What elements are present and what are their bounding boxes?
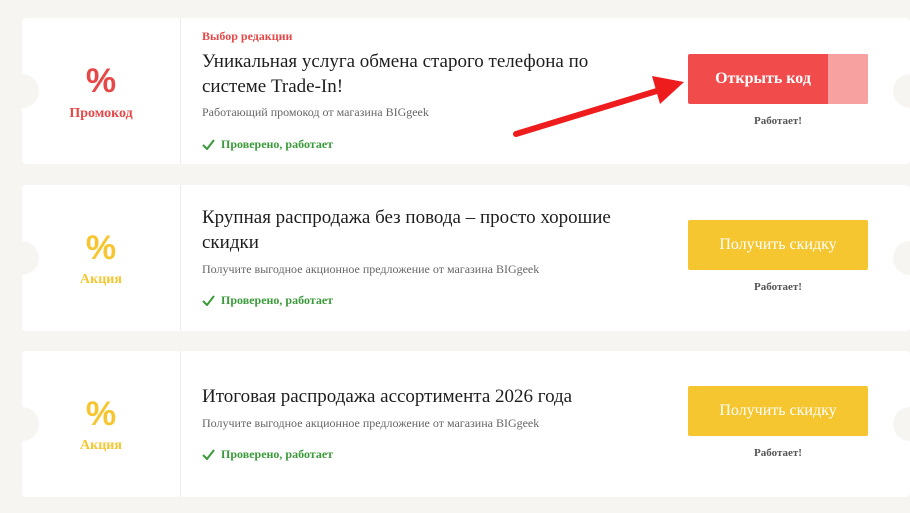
offer-kind-label: Акция: [80, 438, 122, 453]
verified-status: Проверено, работает: [202, 293, 333, 308]
verified-label: Проверено, работает: [221, 293, 334, 307]
offer-subtitle: Получите выгодное акционное предложение …: [202, 416, 540, 430]
open-code-button-label: Открыть код: [715, 70, 811, 87]
get-discount-button-label: Получить скидку: [719, 236, 837, 253]
offer-kind-label: Акция: [80, 272, 122, 287]
offer-card-action-2: % Акция Итоговая распродажа ассортимента…: [5, 351, 910, 497]
offer-title[interactable]: Уникальная услуга обмена старого телефон…: [202, 49, 657, 99]
get-discount-button[interactable]: Получить скидку: [688, 220, 868, 270]
offer-subtitle: Работающий промокод от магазина BIGgeek: [202, 105, 429, 119]
button-corner-peel: [828, 54, 868, 104]
offer-status: Работает!: [754, 447, 802, 459]
offer-card-action-1: % Акция Крупная распродажа без повода – …: [5, 185, 910, 331]
offer-title[interactable]: Крупная распродажа без повода – просто х…: [202, 205, 657, 255]
offer-type-badge: % Акция: [22, 351, 181, 497]
open-code-button[interactable]: Открыть код: [688, 54, 868, 104]
verified-status: Проверено, работает: [202, 447, 333, 462]
offer-type-badge: % Промокод: [22, 18, 181, 164]
get-discount-button[interactable]: Получить скидку: [688, 386, 868, 436]
offer-status: Работает!: [754, 281, 802, 293]
editors-choice-label: Выбор редакции: [202, 29, 293, 43]
offer-status: Работает!: [754, 115, 802, 127]
verified-label: Проверено, работает: [221, 447, 334, 461]
offer-title[interactable]: Итоговая распродажа ассортимента 2026 го…: [202, 384, 657, 409]
offer-card-promocode: % Промокод Выбор редакции Уникальная усл…: [5, 18, 910, 164]
offer-kind-label: Промокод: [69, 106, 133, 121]
check-icon: [202, 139, 215, 150]
verified-label: Проверено, работает: [221, 137, 334, 151]
get-discount-button-label: Получить скидку: [719, 402, 837, 419]
percent-icon: %: [85, 62, 117, 100]
offer-type-badge: % Акция: [22, 185, 181, 331]
verified-status: Проверено, работает: [202, 137, 333, 152]
percent-icon: %: [85, 395, 117, 433]
offer-subtitle: Получите выгодное акционное предложение …: [202, 262, 540, 276]
check-icon: [202, 449, 215, 460]
check-icon: [202, 295, 215, 306]
percent-icon: %: [85, 229, 117, 267]
